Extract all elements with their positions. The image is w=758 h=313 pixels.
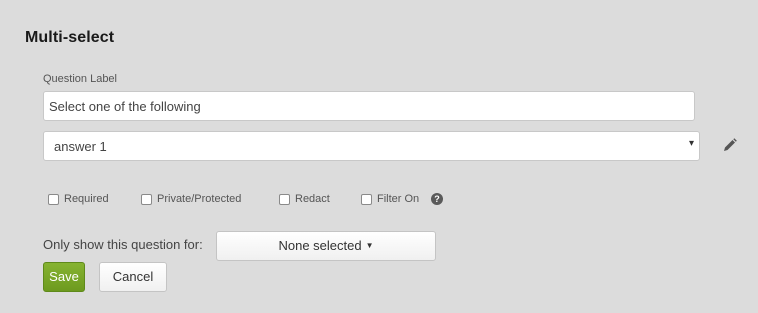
checkbox-box[interactable] — [361, 193, 372, 205]
checkbox-box[interactable] — [48, 193, 59, 205]
visibility-dropdown-label: None selected — [278, 238, 362, 253]
pencil-icon[interactable] — [723, 138, 737, 152]
required-checkbox[interactable]: Required — [48, 193, 109, 205]
redact-checkbox[interactable]: Redact — [279, 193, 330, 205]
caret-down-icon: ▾ — [688, 138, 694, 149]
answer-select[interactable]: answer 1 ▾ — [43, 131, 700, 161]
visibility-label: Only show this question for: — [43, 237, 203, 252]
filter-on-checkbox[interactable]: Filter On — [361, 193, 419, 205]
private-protected-label: Private/Protected — [157, 193, 242, 205]
redact-label: Redact — [295, 193, 330, 205]
question-label-input[interactable] — [43, 91, 695, 121]
cancel-button[interactable]: Cancel — [99, 262, 167, 292]
caret-down-icon: ▼ — [365, 241, 374, 250]
question-label-caption: Question Label — [43, 73, 117, 85]
private-protected-checkbox[interactable]: Private/Protected — [141, 193, 241, 205]
question-circle-icon[interactable]: ? — [431, 193, 443, 205]
page-title: Multi-select — [25, 29, 115, 46]
visibility-dropdown-button[interactable]: None selected ▼ — [216, 231, 436, 261]
checkbox-box[interactable] — [141, 193, 152, 205]
answer-select-value: answer 1 — [54, 139, 107, 154]
required-label: Required — [64, 193, 109, 205]
filter-on-label: Filter On — [377, 193, 420, 205]
checkbox-box[interactable] — [279, 193, 290, 205]
save-button[interactable]: Save — [43, 262, 85, 292]
